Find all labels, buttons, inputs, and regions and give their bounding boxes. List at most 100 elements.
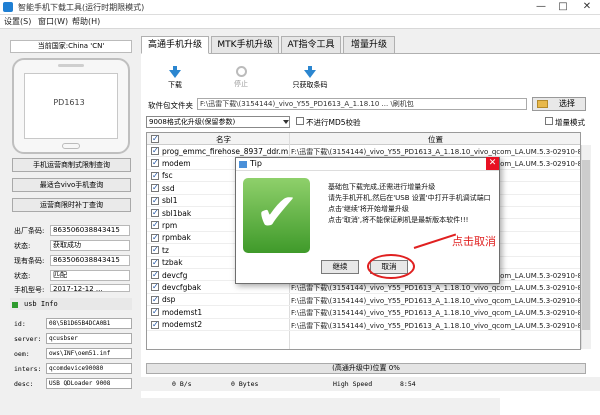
dialog-title: Tip <box>250 159 262 168</box>
menu-settings[interactable]: 设置(S) <box>4 16 31 27</box>
download-button[interactable]: 下载 <box>155 66 195 90</box>
status-label-2: 状态: <box>14 272 31 280</box>
incremental-mode-label: 增量模式 <box>555 118 585 127</box>
usb-oem-value: ows\INF\oem51.inf <box>46 348 132 359</box>
dialog-close-button[interactable]: ✕ <box>486 157 499 170</box>
row-checkbox[interactable] <box>151 245 159 255</box>
status-label: 状态: <box>14 242 31 250</box>
elapsed-time-status: 8:54 <box>400 380 416 388</box>
row-checkbox[interactable] <box>151 270 159 279</box>
status-value-2: 匹配 <box>50 270 130 281</box>
row-location: F:\迅雷下载\(3154144)_vivo_Y55_PD1613_A_1.18… <box>291 148 580 156</box>
menu-window[interactable]: 窗口(W) <box>38 16 68 27</box>
row-location: F:\迅雷下载\(3154144)_vivo_Y55_PD1613_A_1.18… <box>291 284 580 293</box>
carrier-limit-query-button[interactable]: 手机运营商制式限制查询 <box>12 158 131 172</box>
row-name: prog_emmc_firehose_8937_ddr.mbn <box>162 146 288 156</box>
firmware-path-field[interactable]: F:\迅雷下载\(3154144)_vivo_Y55_PD1613_A_1.18… <box>197 98 527 110</box>
row-checkbox[interactable] <box>151 295 159 304</box>
phone-model: PD1613 <box>53 98 85 107</box>
download-label: 下载 <box>168 81 182 89</box>
window-title: 智能手机下载工具(运行时期限模式) <box>18 3 145 12</box>
dialog-message-line-3: 点击'继续'将开始增量升级 <box>328 205 409 213</box>
dialog-message-line-2: 请先手机开机,然后在'USB 设置'中打开手机调试端口 <box>328 194 491 202</box>
get-barcode-label: 只获取条码 <box>292 81 328 89</box>
row-checkbox[interactable] <box>151 307 159 317</box>
usb-id-value: 08\5B1D65B4DCA0B1 <box>46 318 132 329</box>
phone-speaker <box>58 64 84 67</box>
column-header-name: 名字 <box>216 135 231 144</box>
row-checkbox[interactable] <box>151 146 159 155</box>
carrier-patch-query-button[interactable]: 运营商限时补丁查询 <box>12 198 131 212</box>
chevron-down-icon <box>283 120 289 124</box>
row-name: modemst2 <box>162 320 203 330</box>
speed-status: 0 B/s <box>172 380 192 388</box>
dialog-title-bar <box>236 158 499 171</box>
row-checkbox[interactable] <box>151 320 159 329</box>
minimize-button[interactable]: — <box>530 0 552 15</box>
upgrade-mode-dropdown[interactable]: 9008格式化升级(保留参数) <box>146 116 290 128</box>
app-icon <box>3 2 13 12</box>
row-location: F:\迅雷下载\(3154144)_vivo_Y55_PD1613_A_1.18… <box>291 321 580 330</box>
no-md5-checkbox[interactable] <box>296 117 304 125</box>
row-name: devcfgbak <box>162 282 202 292</box>
row-checkbox[interactable] <box>151 233 159 242</box>
usb-server-label: server: <box>14 335 42 343</box>
usb-speed-status: High Speed <box>333 380 373 388</box>
row-name: modemst1 <box>162 307 203 317</box>
dialog-app-icon <box>239 161 247 168</box>
usb-desc-value: USB QDLoader 9008 <box>46 378 132 389</box>
get-barcode-button[interactable]: 只获取条码 <box>285 66 335 90</box>
status-value: 获取成功 <box>50 240 130 251</box>
row-checkbox[interactable] <box>151 196 159 205</box>
firmware-folder-label: 软件包文件夹 <box>148 101 193 110</box>
tab-mtk-upgrade[interactable]: MTK手机升级 <box>211 36 279 54</box>
stop-icon <box>235 66 247 77</box>
column-header-location: 位置 <box>428 135 443 144</box>
row-checkbox[interactable] <box>151 208 159 217</box>
row-checkbox[interactable] <box>151 258 159 267</box>
usb-info-header: usb Info <box>10 298 132 310</box>
folder-icon <box>537 100 548 108</box>
usb-server-value: qcusbser <box>46 333 132 344</box>
phone-model-label: 手机型号: <box>14 286 45 294</box>
continue-button[interactable]: 继续 <box>321 260 359 274</box>
usb-inters-label: inters: <box>14 365 42 373</box>
row-checkbox[interactable] <box>151 158 159 168</box>
phone-model-value: 2017-12-12 ... <box>50 284 130 292</box>
row-checkbox[interactable] <box>151 282 159 292</box>
progress-bar: (高通升级中)位置 0% <box>146 363 586 374</box>
annotation-circle <box>367 254 415 279</box>
current-code-value: 863506038843415 <box>50 255 130 266</box>
phone-home-button <box>62 143 80 149</box>
stop-button[interactable]: 停止 <box>221 66 261 89</box>
usb-status-icon <box>12 302 18 308</box>
tab-incremental-upgrade[interactable]: 增量升级 <box>343 36 395 54</box>
maximize-button[interactable]: □ <box>552 0 574 15</box>
annotation-text: 点击取消 <box>452 235 496 248</box>
row-name: dsp <box>162 295 176 305</box>
table-header <box>147 133 580 145</box>
watermark-strip <box>500 396 600 415</box>
incremental-mode-checkbox[interactable] <box>545 117 553 125</box>
close-button[interactable]: ✕ <box>576 0 598 15</box>
table-scrollbar-thumb[interactable] <box>582 160 590 330</box>
usb-inters-value: qcomdevice90080 <box>46 363 132 374</box>
download-icon <box>169 66 181 78</box>
checkmark-icon: ✔ <box>255 183 299 243</box>
tab-at-command[interactable]: AT指令工具 <box>281 36 341 54</box>
factory-code-value: 863506038843415 <box>50 225 130 236</box>
vivo-phone-query-button[interactable]: 最适合vivo手机查询 <box>12 178 131 192</box>
barcode-icon <box>304 66 316 78</box>
row-location: F:\迅雷下载\(3154144)_vivo_Y55_PD1613_A_1.18… <box>291 296 580 305</box>
stop-label: 停止 <box>234 80 248 88</box>
select-all-checkbox[interactable] <box>151 134 159 143</box>
usb-oem-label: oem: <box>14 350 30 358</box>
current-code-label: 现有条码: <box>14 257 45 265</box>
menu-help[interactable]: 帮助(H) <box>72 16 100 27</box>
row-checkbox[interactable] <box>151 183 159 193</box>
row-checkbox[interactable] <box>151 220 159 230</box>
tab-qualcomm-upgrade[interactable]: 高通手机升级 <box>141 36 209 54</box>
no-md5-label: 不进行MD5校验 <box>306 118 361 127</box>
usb-desc-label: desc: <box>14 380 34 388</box>
row-checkbox[interactable] <box>151 171 159 180</box>
